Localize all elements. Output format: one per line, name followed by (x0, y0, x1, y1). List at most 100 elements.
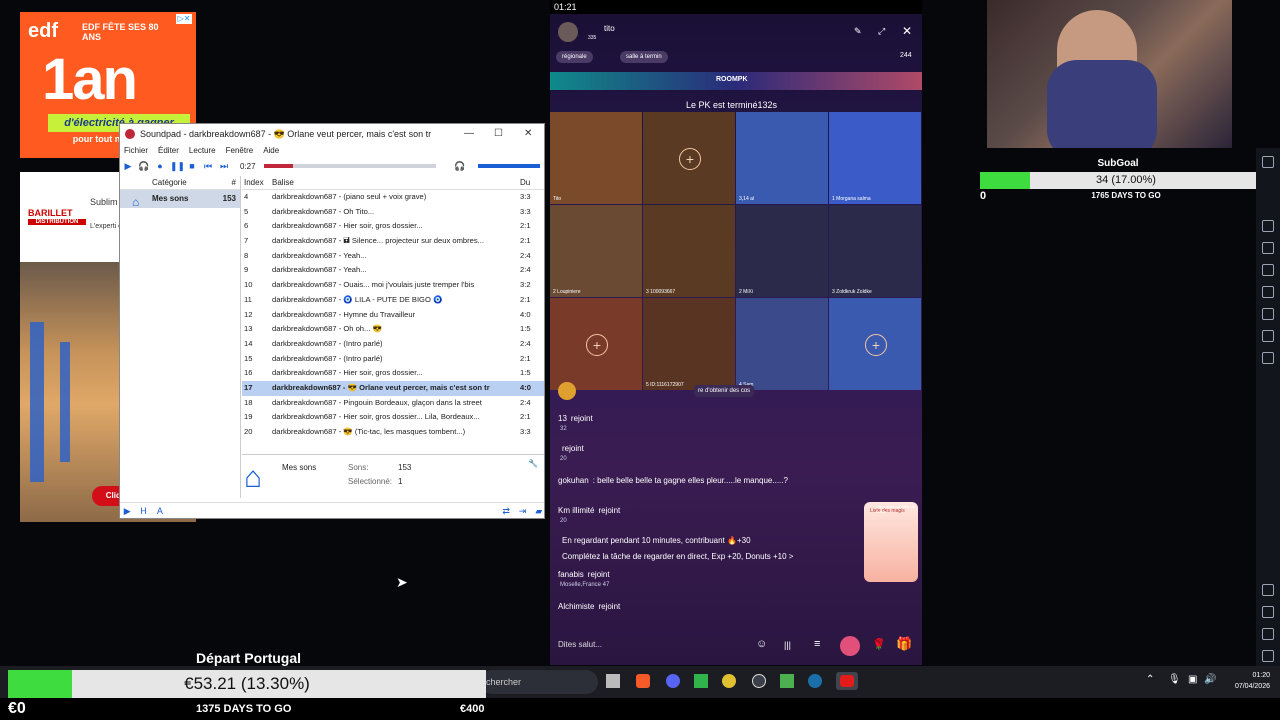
guest-tile[interactable]: + (643, 112, 735, 204)
microphone-icon[interactable]: ● (154, 160, 166, 172)
rose-icon[interactable]: 🌹 (872, 638, 886, 651)
app-green-icon[interactable] (694, 674, 708, 688)
taskbar-search[interactable]: chercher (480, 670, 598, 694)
category-row[interactable]: ⌂ Mes sons 153 (120, 190, 240, 209)
taskview-icon[interactable] (606, 674, 620, 688)
chat-icon[interactable]: ▰ (534, 505, 544, 517)
host-name[interactable]: tito (604, 24, 615, 33)
sound-row[interactable]: 11 darkbreakdown687 - 🧿 LILA - PUTE DE BI… (242, 293, 544, 308)
sound-row[interactable]: 18 darkbreakdown687 - Pingouin Bordeaux, … (242, 396, 544, 411)
sidebar-app-icon[interactable] (1262, 156, 1274, 168)
ad-close-icon[interactable]: ▷✕ (176, 14, 192, 24)
voice-icon[interactable]: ||| (784, 640, 791, 650)
window-titlebar[interactable]: Soundpad - darkbreakdown687 - 😎 Orlane v… (120, 124, 544, 144)
chat-user[interactable]: Km illimité (558, 506, 594, 515)
add-guest-icon[interactable]: + (865, 334, 887, 356)
menu-aide[interactable]: Aide (263, 144, 279, 158)
sidebar-settings-icon[interactable] (1262, 584, 1274, 596)
discord-icon[interactable] (666, 674, 680, 688)
taskbar-clock[interactable]: 01:20 07/04/2026 (1222, 670, 1270, 692)
promo-card[interactable]: Liste des magis (864, 502, 918, 582)
chat-input[interactable]: Dites salut... (558, 640, 602, 649)
volume-tray-icon[interactable]: 🔊 (1204, 674, 1216, 685)
sidebar-cube-icon[interactable] (1262, 330, 1274, 342)
emoji-icon[interactable]: ☺ (756, 638, 767, 650)
chat-user[interactable]: 13 (558, 414, 567, 423)
guest-tile[interactable]: 4 Sam (736, 298, 828, 390)
menu-fichier[interactable]: Fichier (124, 144, 148, 158)
menu-fenetre[interactable]: Fenêtre (226, 144, 254, 158)
gift-icon[interactable]: 🎁 (896, 636, 912, 652)
headphones-icon[interactable]: 🎧 (138, 160, 150, 172)
room-badge[interactable]: salle à termin (620, 51, 668, 63)
guest-tile[interactable]: 3 Zoldkruk Zoldke (829, 205, 921, 297)
guest-tile[interactable]: 1 Morgana salma (829, 112, 921, 204)
mic-tray-icon[interactable]: 🎙 (1168, 674, 1181, 685)
repeat-icon[interactable]: ⇄ (501, 505, 511, 517)
close-icon[interactable]: ✕ (524, 124, 532, 144)
youtube-taskbar-icon[interactable] (836, 672, 858, 690)
region-badge[interactable]: régionale (556, 51, 593, 63)
sound-row[interactable]: 9 darkbreakdown687 - Yeah... 2:4 (242, 263, 544, 278)
sound-row[interactable]: 15 darkbreakdown687 - (Intro parlé) 2:1 (242, 352, 544, 367)
guest-tile[interactable]: 2 Loupiniere (550, 205, 642, 297)
sidebar-link-icon[interactable] (1262, 286, 1274, 298)
play-small-icon[interactable]: ▶ (122, 505, 132, 517)
guest-tile[interactable]: + (829, 298, 921, 390)
maximize-icon[interactable]: ☐ (494, 124, 503, 144)
sidebar-bell-icon[interactable] (1262, 308, 1274, 320)
sound-row[interactable]: 4 darkbreakdown687 - (piano seul + voix g… (242, 190, 544, 205)
sound-row[interactable]: 17 darkbreakdown687 - 😎 Orlane veut perce… (242, 380, 544, 396)
pause-icon[interactable]: ❚❚ (170, 160, 185, 172)
sidebar-home-icon[interactable] (1262, 628, 1274, 640)
sidebar-calendar-icon[interactable] (1262, 264, 1274, 276)
brave-icon[interactable] (636, 674, 650, 688)
sidebar-clock-icon[interactable] (1262, 352, 1274, 364)
sound-row[interactable]: 19 darkbreakdown687 - Hier soir, gros dos… (242, 410, 544, 425)
sound-row[interactable]: 12 darkbreakdown687 - Hymne du Travailleu… (242, 308, 544, 323)
previous-icon[interactable]: ⏮ (202, 160, 214, 172)
host-avatar[interactable] (558, 22, 578, 42)
minimize-icon[interactable]: — (464, 124, 474, 144)
play-icon[interactable]: ▶ (122, 160, 134, 172)
guest-tile[interactable]: 5 ID:1116172907 (643, 298, 735, 390)
sidebar-gear-icon[interactable] (1262, 242, 1274, 254)
chat-user[interactable]: gokuhan (558, 476, 589, 485)
sound-row[interactable]: 14 darkbreakdown687 - (Intro parlé) 2:4 (242, 337, 544, 352)
guest-tile[interactable]: 2 MiXi (736, 205, 828, 297)
guest-tile[interactable]: 3,14 al (736, 112, 828, 204)
close-live-icon[interactable]: ✕ (902, 24, 912, 38)
tray-chevron-icon[interactable]: ⌃ (1146, 674, 1154, 685)
chat-user[interactable]: Alchimiste (558, 602, 594, 611)
progress-slider[interactable] (263, 164, 436, 168)
sound-row[interactable]: 5 darkbreakdown687 - Oh Tito... 3:3 (242, 205, 544, 220)
hotkey-icon[interactable]: H (138, 505, 148, 517)
sidebar-window-icon[interactable] (1262, 650, 1274, 662)
add-guest-icon[interactable]: + (586, 334, 608, 356)
sound-row[interactable]: 6 darkbreakdown687 - Hier soir, gros doss… (242, 219, 544, 234)
reward-banner[interactable]: re d'obtenir des cos (694, 385, 755, 397)
volume-slider[interactable] (477, 164, 540, 168)
app-play-icon[interactable] (780, 674, 794, 688)
sound-row[interactable]: 7 darkbreakdown687 - 🖬 Silence... project… (242, 234, 544, 249)
stop-icon[interactable]: ■ (186, 160, 198, 172)
next-icon[interactable]: ⏭ (218, 160, 230, 172)
add-guest-icon[interactable]: + (679, 148, 701, 170)
sound-row[interactable]: 10 darkbreakdown687 - Ouais... moi j'voul… (242, 278, 544, 293)
steam-icon[interactable] (808, 674, 822, 688)
gift-avatar-icon[interactable] (840, 636, 860, 656)
sound-row[interactable]: 8 darkbreakdown687 - Yeah... 2:4 (242, 249, 544, 264)
menu-editer[interactable]: Éditer (158, 144, 179, 158)
expand-icon[interactable]: ⤢ (878, 26, 885, 37)
app-yellow-icon[interactable] (722, 674, 736, 688)
menu-icon[interactable]: ≡ (814, 638, 820, 650)
sound-row[interactable]: 16 darkbreakdown687 - Hier soir, gros dos… (242, 366, 544, 381)
network-tray-icon[interactable]: ▣ (1188, 674, 1197, 685)
wrench-icon[interactable]: 🔧 (528, 459, 538, 468)
forward-icon[interactable]: ⇥ (517, 505, 527, 517)
edit-icon[interactable]: ✎ (854, 26, 862, 37)
guest-tile[interactable]: Tito (550, 112, 642, 204)
sidebar-back-icon[interactable] (1262, 606, 1274, 618)
menu-lecture[interactable]: Lecture (189, 144, 216, 158)
coin-icon[interactable] (558, 382, 576, 400)
